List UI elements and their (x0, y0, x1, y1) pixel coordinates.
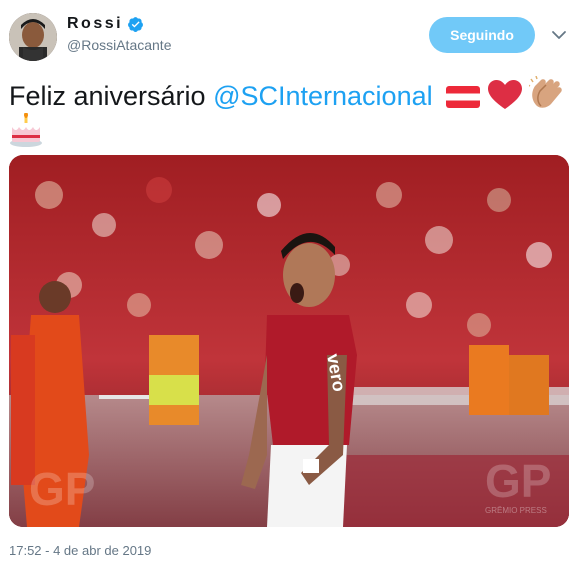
verified-badge-icon (128, 16, 144, 32)
chevron-down-icon[interactable] (551, 27, 567, 43)
tweet-header: Rossi @RossiAtacante Seguindo (9, 11, 569, 63)
tweet-text: Feliz aniversário @SCInternacional (9, 76, 569, 150)
avatar[interactable] (9, 13, 57, 61)
austria-flag-icon (446, 86, 481, 108)
birthday-cake-icon (10, 113, 42, 147)
handle[interactable]: @RossiAtacante (67, 37, 171, 53)
tweet-card: Rossi @RossiAtacante Seguindo Feliz aniv… (0, 0, 577, 565)
display-name-text[interactable]: Rossi (67, 15, 123, 33)
display-name[interactable]: Rossi (67, 15, 144, 33)
mention-link[interactable]: @SCInternacional (213, 81, 433, 111)
timestamp[interactable]: 17:52 - 4 de abr de 2019 (9, 543, 151, 558)
watermark-caption: GRÊMIO PRESS (485, 506, 547, 515)
tweet-text-prefix: Feliz aniversário (9, 81, 214, 111)
tweet-photo[interactable]: vero GP GP GRÊMIO PRESS (9, 155, 569, 527)
clapping-hands-icon (529, 76, 562, 108)
watermark-left: GP (29, 463, 95, 515)
name-block: Rossi @RossiAtacante (67, 15, 171, 53)
following-button[interactable]: Seguindo (429, 17, 535, 53)
red-heart-icon (487, 80, 522, 109)
watermark-right: GP (485, 455, 551, 507)
